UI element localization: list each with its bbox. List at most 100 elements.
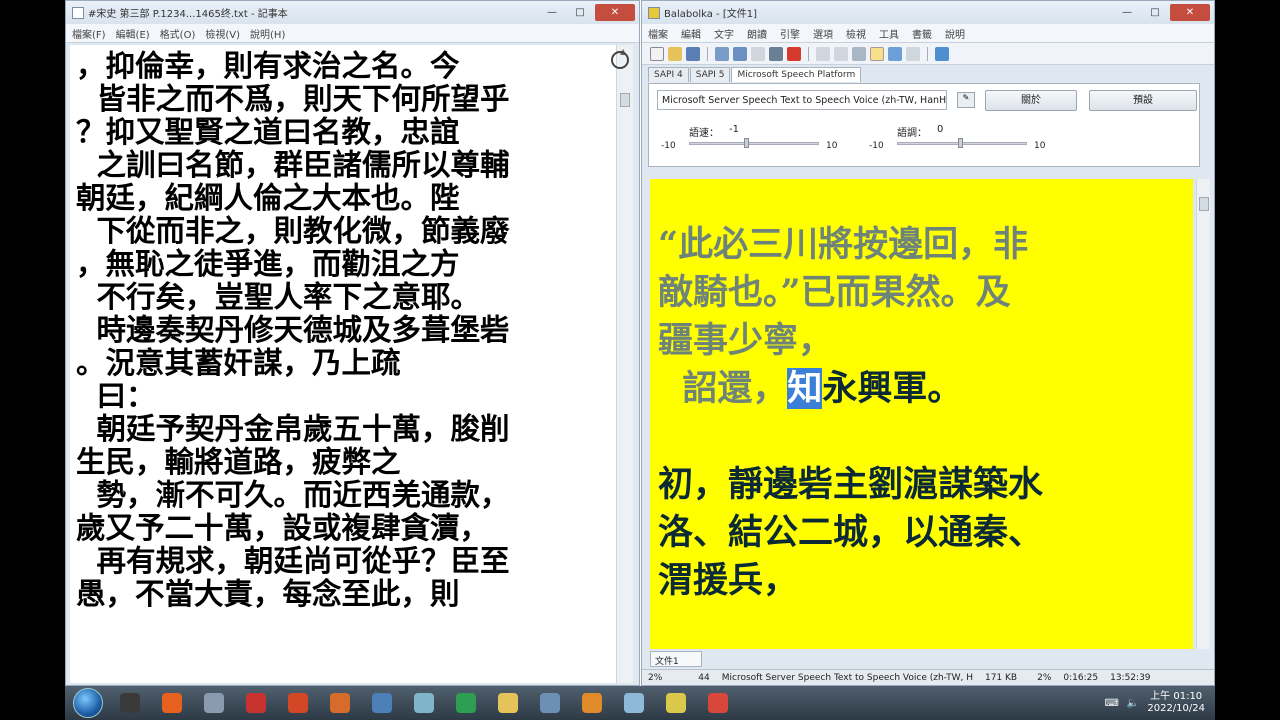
maximize-button[interactable]: □: [567, 4, 593, 21]
tray-keyboard-icon[interactable]: ⌨: [1104, 698, 1118, 709]
text-view-icon[interactable]: [870, 46, 884, 61]
notepad-app-icon: [72, 6, 84, 19]
taskbar-app[interactable]: [699, 688, 737, 718]
taskbar-app[interactable]: [447, 688, 485, 718]
menu-options[interactable]: 選項: [813, 26, 833, 41]
settings-icon[interactable]: [906, 46, 920, 61]
split-icon[interactable]: [852, 46, 866, 61]
notepad-icon: [624, 693, 644, 713]
taskbar-app[interactable]: [363, 688, 401, 718]
taskbar-app[interactable]: [573, 688, 611, 718]
stop-icon[interactable]: [769, 46, 783, 61]
record-icon[interactable]: [787, 46, 801, 61]
window-icon[interactable]: [888, 46, 902, 61]
balabolka-titlebar[interactable]: Balabolka - [文件1] — □ ✕: [642, 1, 1214, 24]
scroll-thumb[interactable]: [620, 93, 630, 107]
balabolka-icon: [666, 693, 686, 713]
taskbar-app[interactable]: [153, 688, 191, 718]
clock-time: 上午 01:10: [1150, 691, 1203, 702]
pdf-icon: [246, 693, 266, 713]
speak-icon[interactable]: [715, 46, 729, 61]
open-folder-icon[interactable]: [668, 46, 682, 61]
browser-icon: [120, 693, 140, 713]
taskbar-app[interactable]: [615, 688, 653, 718]
taskbar-app[interactable]: [531, 688, 569, 718]
rate-slider[interactable]: [689, 142, 819, 145]
about-button[interactable]: 關於: [985, 90, 1077, 111]
skip-icon[interactable]: [834, 46, 848, 61]
current-line-prefix: 詔還，: [658, 368, 788, 409]
notepad-menubar: 檔案(F) 編輯(E) 格式(O) 檢視(V) 說明(H): [66, 24, 639, 43]
voice-select[interactable]: Microsoft Server Speech Text to Speech V…: [657, 90, 947, 110]
engine-tabs: SAPI 4 SAPI 5 Microsoft Speech Platform: [648, 67, 862, 82]
pause-icon[interactable]: [751, 46, 765, 61]
menu-help[interactable]: 說明: [945, 26, 965, 41]
notepad-text-area[interactable]: ，抑倫幸，則有求治之名。今 皆非之而不爲，則天下何所望乎 ？抑又聖賢之道曰名教，…: [70, 45, 616, 683]
scroll-thumb[interactable]: [1199, 197, 1209, 211]
menu-file[interactable]: 檔案: [648, 26, 668, 41]
paint-icon: [372, 693, 392, 713]
voice-settings-button[interactable]: ✎: [957, 92, 975, 108]
menu-file[interactable]: 檔案(F): [72, 26, 106, 41]
pitch-label: 語調：: [897, 128, 927, 139]
read-text-line: “此必三川將按邊回，非: [658, 224, 1029, 265]
text-line: 再有規求，朝廷尚可從乎？臣至: [76, 543, 510, 578]
menu-engine[interactable]: 引擎: [780, 26, 800, 41]
taskbar-app[interactable]: [279, 688, 317, 718]
rate-slider-thumb[interactable]: [744, 138, 749, 148]
taskbar-app[interactable]: [237, 688, 275, 718]
text-line: 歲又予二十萬，設或複肆貪瀆，: [76, 510, 490, 545]
close-button[interactable]: ✕: [595, 4, 635, 21]
start-button[interactable]: [73, 688, 103, 718]
menu-edit[interactable]: 編輯: [681, 26, 701, 41]
taskbar-app[interactable]: [489, 688, 527, 718]
computer-icon: [540, 693, 560, 713]
minimize-button[interactable]: —: [1114, 4, 1140, 21]
current-line-suffix: 永興軍。: [822, 368, 963, 409]
volume-icon[interactable]: 🔈: [1127, 698, 1139, 709]
document-tab[interactable]: 文件1: [650, 651, 702, 667]
reading-text-area[interactable]: “此必三川將按邊回，非 敵騎也。”已而果然。及 疆事少寧， 詔還，知永興軍。 初…: [650, 179, 1193, 649]
notepad-scrollbar[interactable]: ▲: [616, 45, 633, 683]
text-line: 不行矣，豈聖人率下之意耶。: [76, 279, 481, 314]
network-icon: [204, 693, 224, 713]
pitch-slider-thumb[interactable]: [958, 138, 963, 148]
maximize-button[interactable]: □: [1142, 4, 1168, 21]
close-button[interactable]: ✕: [1170, 4, 1210, 21]
taskbar-app[interactable]: [657, 688, 695, 718]
clock-date: 2022/10/24: [1147, 703, 1205, 714]
taskbar-app[interactable]: [195, 688, 233, 718]
reader-scrollbar[interactable]: [1196, 179, 1210, 649]
menu-view[interactable]: 檢視(V): [205, 26, 240, 41]
menu-tools[interactable]: 工具: [879, 26, 899, 41]
status-size: 171 KB: [984, 672, 1018, 683]
minimize-button[interactable]: —: [539, 4, 565, 21]
speak-clipboard-icon[interactable]: [733, 46, 747, 61]
read-text-line: 敵騎也。”已而果然。及: [658, 272, 1011, 313]
menu-help[interactable]: 說明(H): [250, 26, 285, 41]
notepad-titlebar[interactable]: #宋史 第三部 P.1234...1465终.txt - 記事本 — □ ✕: [66, 1, 639, 24]
help-icon[interactable]: [935, 46, 949, 61]
tab-sapi4[interactable]: SAPI 4: [648, 67, 689, 82]
menu-text[interactable]: 文字: [714, 26, 734, 41]
taskbar-app[interactable]: [405, 688, 443, 718]
menu-format[interactable]: 格式(O): [160, 26, 196, 41]
tab-sapi5[interactable]: SAPI 5: [689, 67, 731, 82]
tab-speech-platform[interactable]: Microsoft Speech Platform: [731, 67, 862, 82]
default-button[interactable]: 預設: [1089, 90, 1197, 111]
text-line: ？抑又聖賢之道曰名教，忠誼: [76, 114, 460, 149]
save-icon[interactable]: [686, 46, 700, 61]
menu-speech[interactable]: 朗讀: [747, 26, 767, 41]
menu-view[interactable]: 檢視: [846, 26, 866, 41]
menu-edit[interactable]: 編輯(E): [116, 26, 150, 41]
skip-icon[interactable]: [816, 46, 830, 61]
pitch-max: 10: [1034, 141, 1046, 151]
text-line: 曰：: [76, 378, 156, 413]
new-file-icon[interactable]: [650, 46, 664, 61]
taskbar-app[interactable]: [111, 688, 149, 718]
text-line: 愚，不當大責，每念至此，則: [76, 576, 460, 611]
clock[interactable]: 上午 01:10 2022/10/24: [1147, 691, 1205, 715]
powerpoint-icon: [288, 693, 308, 713]
taskbar-app[interactable]: [321, 688, 359, 718]
menu-bookmarks[interactable]: 書籤: [912, 26, 932, 41]
